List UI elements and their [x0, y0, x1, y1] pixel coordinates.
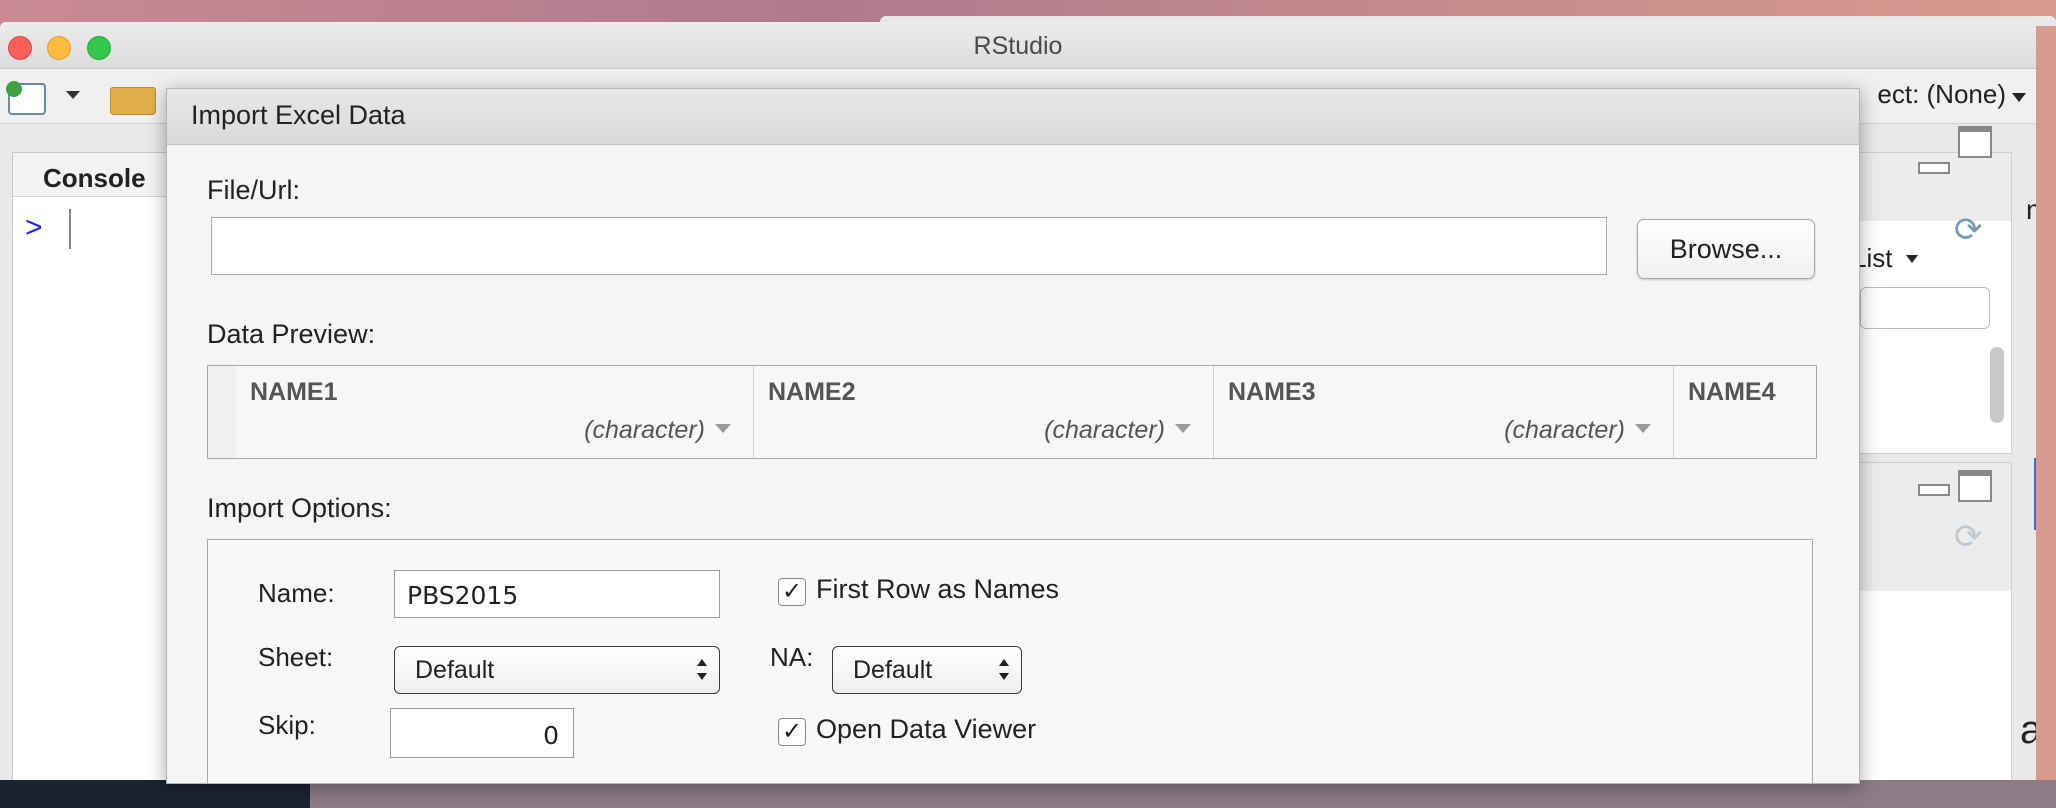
column-type-dropdown-icon[interactable]	[1635, 424, 1651, 433]
open-folder-icon[interactable]	[110, 87, 156, 115]
maximize-pane-icon[interactable]	[1958, 470, 1992, 502]
minimize-pane-icon[interactable]	[1918, 484, 1950, 496]
open-data-viewer-checkbox[interactable]: ✓	[778, 718, 806, 746]
clipped-tab-label: m	[2026, 194, 2036, 226]
sheet-select-value: Default	[415, 656, 495, 684]
environment-search-input[interactable]	[1860, 287, 1990, 329]
import-options-panel: Name: PBS2015 Sheet: Default Skip: 0 ✓ F…	[207, 539, 1813, 783]
column-type: (character)	[1504, 416, 1625, 444]
data-preview-table: NAME1 (character) NAME2 (character) NAME…	[207, 365, 1817, 459]
console-cursor[interactable]	[69, 209, 71, 249]
column-type-dropdown-icon[interactable]	[715, 424, 731, 433]
file-url-label: File/Url:	[207, 175, 300, 205]
column-type: (character)	[1044, 416, 1165, 444]
column-type-dropdown-icon[interactable]	[1175, 424, 1191, 433]
column-name: NAME3	[1228, 378, 1316, 406]
refresh-icon[interactable]: ⟳	[1954, 517, 1983, 557]
first-row-label: First Row as Names	[816, 574, 1060, 604]
project-chevron-down-icon[interactable]	[2012, 93, 2026, 102]
browse-button[interactable]: Browse...	[1637, 219, 1815, 279]
column-name: NAME1	[250, 378, 338, 406]
project-menu[interactable]: ect: (None)	[1877, 79, 2006, 110]
open-data-viewer-label: Open Data Viewer	[816, 714, 1037, 744]
sheet-select[interactable]: Default	[394, 646, 720, 694]
selected-tab-edge	[2034, 458, 2036, 530]
column-header[interactable]: NAME1 (character)	[236, 366, 754, 458]
console-prompt: >	[25, 211, 43, 244]
clipped-text: ar	[2020, 708, 2036, 752]
console-pane: Console >	[12, 152, 174, 782]
column-type: (character)	[584, 416, 705, 444]
first-row-checkbox[interactable]: ✓	[778, 578, 806, 606]
name-label: Name:	[258, 578, 335, 608]
na-select[interactable]: Default	[832, 646, 1022, 694]
tab-console[interactable]: Console	[13, 153, 173, 197]
na-select-value: Default	[853, 656, 933, 684]
data-preview-label: Data Preview:	[207, 319, 376, 349]
import-excel-dialog: Import Excel Data File/Url: Browse... Da…	[166, 88, 1860, 784]
sheet-label: Sheet:	[258, 642, 334, 672]
window-title: RStudio	[973, 32, 1063, 60]
dialog-title: Import Excel Data	[191, 100, 406, 130]
minimize-pane-icon[interactable]	[1918, 162, 1950, 174]
column-name: NAME4	[1688, 378, 1776, 406]
file-url-input[interactable]	[211, 217, 1607, 275]
select-arrows-icon	[697, 659, 707, 683]
row-number-gutter	[208, 366, 236, 458]
select-arrows-icon	[999, 659, 1009, 683]
refresh-icon[interactable]: ⟳	[1954, 210, 1983, 250]
na-label: NA:	[770, 642, 814, 672]
skip-input[interactable]: 0	[390, 708, 574, 758]
list-chevron-down-icon[interactable]	[1906, 255, 1918, 263]
new-file-icon[interactable]	[6, 81, 46, 115]
dialog-titlebar: Import Excel Data	[167, 89, 1859, 145]
name-input[interactable]: PBS2015	[394, 570, 720, 618]
skip-label: Skip:	[258, 710, 316, 740]
column-header[interactable]: NAME4	[1674, 366, 1816, 458]
column-name: NAME2	[768, 378, 856, 406]
chevron-down-icon[interactable]	[66, 91, 80, 99]
import-options-label: Import Options:	[207, 493, 392, 523]
column-header[interactable]: NAME3 (character)	[1214, 366, 1674, 458]
column-header[interactable]: NAME2 (character)	[754, 366, 1214, 458]
window-titlebar: RStudio	[0, 22, 2036, 69]
maximize-pane-icon[interactable]	[1958, 126, 1992, 158]
environment-scrollbar[interactable]	[1990, 347, 2004, 423]
desktop-wallpaper	[0, 780, 310, 808]
